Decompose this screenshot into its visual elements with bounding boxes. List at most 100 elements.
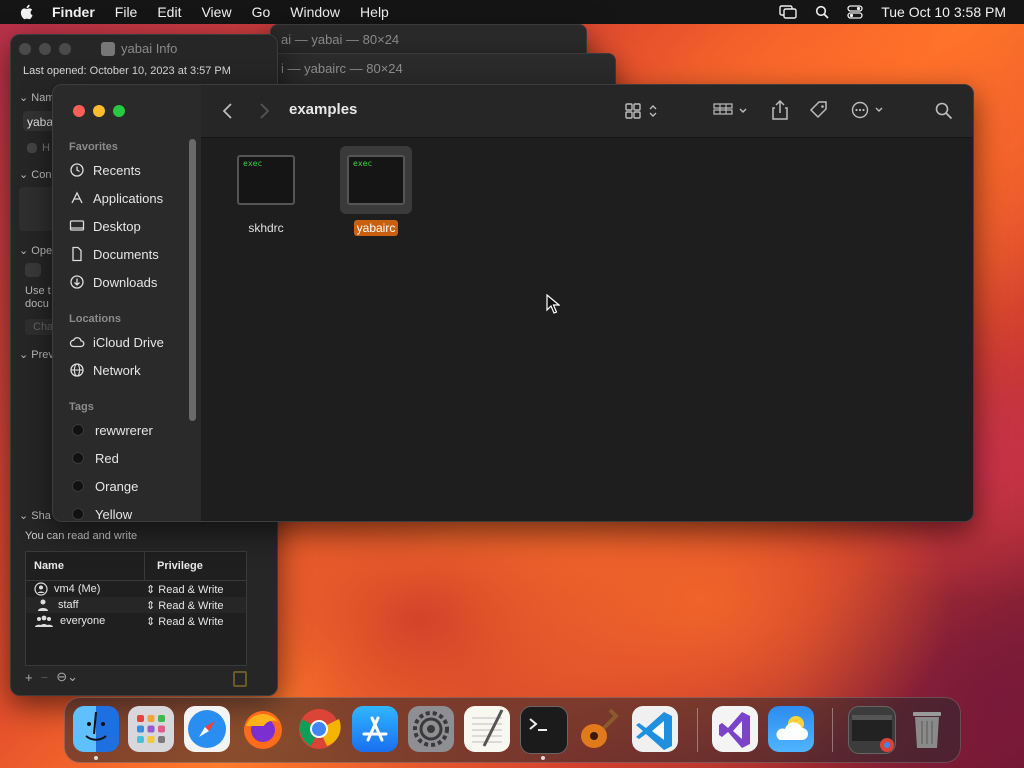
action-menu-button[interactable]: ⊖⌄ <box>56 669 78 685</box>
sidebar-item-tag[interactable]: rewwrerer <box>69 420 153 440</box>
control-center-icon[interactable] <box>847 5 863 19</box>
last-opened-text: Last opened: October 10, 2023 at 3:57 PM <box>23 65 231 77</box>
group-by-icon[interactable] <box>713 102 751 120</box>
open-with-section-label: Ope <box>31 245 53 257</box>
zoom-button[interactable] <box>59 43 71 55</box>
add-user-button[interactable]: + <box>25 670 33 685</box>
dock-weather-icon[interactable] <box>768 706 814 752</box>
screen-mirror-icon[interactable] <box>779 5 797 19</box>
file-name-selected[interactable]: yabairc <box>353 220 399 236</box>
file-item-yabairc[interactable]: exec yabairc <box>331 146 421 237</box>
menu-window[interactable]: Window <box>290 4 340 20</box>
dock-system-settings-icon[interactable] <box>408 706 454 752</box>
dock-terminal-icon[interactable] <box>520 706 568 754</box>
file-thumbnail-selected[interactable]: exec <box>340 146 412 214</box>
clock-icon <box>70 163 84 177</box>
person-icon <box>34 582 48 596</box>
sidebar-item-applications[interactable]: Applications <box>69 188 163 208</box>
comments-section-toggle[interactable]: ⌄ Con <box>19 168 51 181</box>
sidebar-item-label: Downloads <box>93 274 158 290</box>
menu-go[interactable]: Go <box>252 4 271 20</box>
menu-bar: Finder File Edit View Go Window Help Tue… <box>0 0 1024 24</box>
sidebar-scrollbar[interactable] <box>189 139 196 421</box>
name-section-toggle[interactable]: ⌄ Nam <box>19 91 55 104</box>
sidebar-item-recents[interactable]: Recents <box>69 160 141 180</box>
table-row[interactable]: vm4 (Me) ⇕ Read & Write <box>26 581 246 597</box>
download-icon <box>70 275 84 289</box>
file-item-skhdrc[interactable]: exec skhdrc <box>221 146 311 237</box>
menu-edit[interactable]: Edit <box>157 4 181 20</box>
sidebar-item-label: Network <box>93 362 141 378</box>
dock-launchpad-icon[interactable] <box>128 706 174 752</box>
hide-extension-label: H <box>42 142 50 154</box>
apple-icon[interactable] <box>18 3 36 21</box>
dock-vscode-icon[interactable] <box>632 706 678 752</box>
sidebar-item-label: Applications <box>93 190 164 206</box>
use-this-text: Use t <box>25 285 51 297</box>
file-name[interactable]: skhdrc <box>245 220 286 236</box>
user-name: staff <box>58 599 79 611</box>
open-with-section-toggle[interactable]: ⌄ Ope <box>19 244 52 257</box>
search-icon[interactable] <box>935 102 953 120</box>
sidebar-item-tag[interactable]: Red <box>69 448 119 468</box>
sidebar-item-network[interactable]: Network <box>69 360 141 380</box>
dock-app-store-icon[interactable] <box>352 706 398 752</box>
back-button[interactable] <box>221 102 235 120</box>
column-header-privilege[interactable]: Privilege <box>145 560 203 572</box>
finder-window: Favorites Recents Applications Desktop D… <box>52 84 974 522</box>
sharing-section-toggle[interactable]: ⌄ Sha <box>19 509 51 522</box>
sidebar-item-downloads[interactable]: Downloads <box>69 272 157 292</box>
table-row[interactable]: staff ⇕ Read & Write <box>26 597 246 613</box>
desktop-icon <box>69 220 85 231</box>
dock-chrome-icon[interactable] <box>296 706 342 752</box>
remove-user-button[interactable]: − <box>41 670 49 685</box>
lock-icon[interactable] <box>233 671 247 687</box>
privilege-popup[interactable]: Read & Write <box>158 616 223 628</box>
zoom-button[interactable] <box>113 105 125 117</box>
close-button[interactable] <box>73 105 85 117</box>
dock <box>64 697 961 763</box>
view-mode-icon[interactable] <box>625 102 661 120</box>
minimize-button[interactable] <box>93 105 105 117</box>
sidebar-item-icloud-drive[interactable]: iCloud Drive <box>69 332 164 352</box>
menu-help[interactable]: Help <box>360 4 389 20</box>
dock-textedit-icon[interactable] <box>464 706 510 752</box>
open-with-popup[interactable] <box>25 263 41 277</box>
privilege-popup[interactable]: Read & Write <box>158 584 223 596</box>
sidebar-item-tag[interactable]: Orange <box>69 476 138 496</box>
preview-section-label: Prev <box>31 349 54 361</box>
menu-view[interactable]: View <box>201 4 231 20</box>
sidebar-group-favorites: Favorites <box>69 141 118 153</box>
forward-button[interactable] <box>257 102 271 120</box>
dock-visual-studio-icon[interactable] <box>712 706 758 752</box>
hide-extension-checkbox[interactable] <box>27 143 37 153</box>
dock-garageband-icon[interactable] <box>576 706 622 752</box>
sidebar-item-documents[interactable]: Documents <box>69 244 159 264</box>
share-icon[interactable] <box>771 99 789 121</box>
more-actions-icon[interactable] <box>851 101 889 119</box>
dock-firefox-icon[interactable] <box>240 706 286 752</box>
document-icon <box>72 246 82 262</box>
menu-app-name[interactable]: Finder <box>52 4 95 20</box>
dock-chrome-window-icon[interactable] <box>848 706 896 754</box>
dock-trash-icon[interactable] <box>904 706 950 752</box>
minimize-button[interactable] <box>39 43 51 55</box>
menubar-clock[interactable]: Tue Oct 10 3:58 PM <box>881 4 1006 20</box>
dock-finder-icon[interactable] <box>73 706 119 752</box>
dock-safari-icon[interactable] <box>184 706 230 752</box>
sidebar-item-desktop[interactable]: Desktop <box>69 216 141 236</box>
menu-file[interactable]: File <box>115 4 138 20</box>
sidebar-item-tag[interactable]: Yellow <box>69 504 132 521</box>
privilege-popup[interactable]: Read & Write <box>158 600 223 612</box>
sidebar-group-tags: Tags <box>69 401 94 413</box>
dock-separator <box>697 708 698 752</box>
column-header-name[interactable]: Name <box>26 552 145 580</box>
close-button[interactable] <box>19 43 31 55</box>
finder-content[interactable]: exec skhdrc exec yabairc <box>201 138 973 521</box>
spotlight-icon[interactable] <box>815 5 829 19</box>
tag-icon[interactable] <box>809 100 829 120</box>
mouse-cursor-icon <box>546 294 560 314</box>
table-row[interactable]: everyone ⇕ Read & Write <box>26 613 246 629</box>
file-thumbnail[interactable]: exec <box>230 146 302 214</box>
preview-section-toggle[interactable]: ⌄ Prev <box>19 348 54 361</box>
